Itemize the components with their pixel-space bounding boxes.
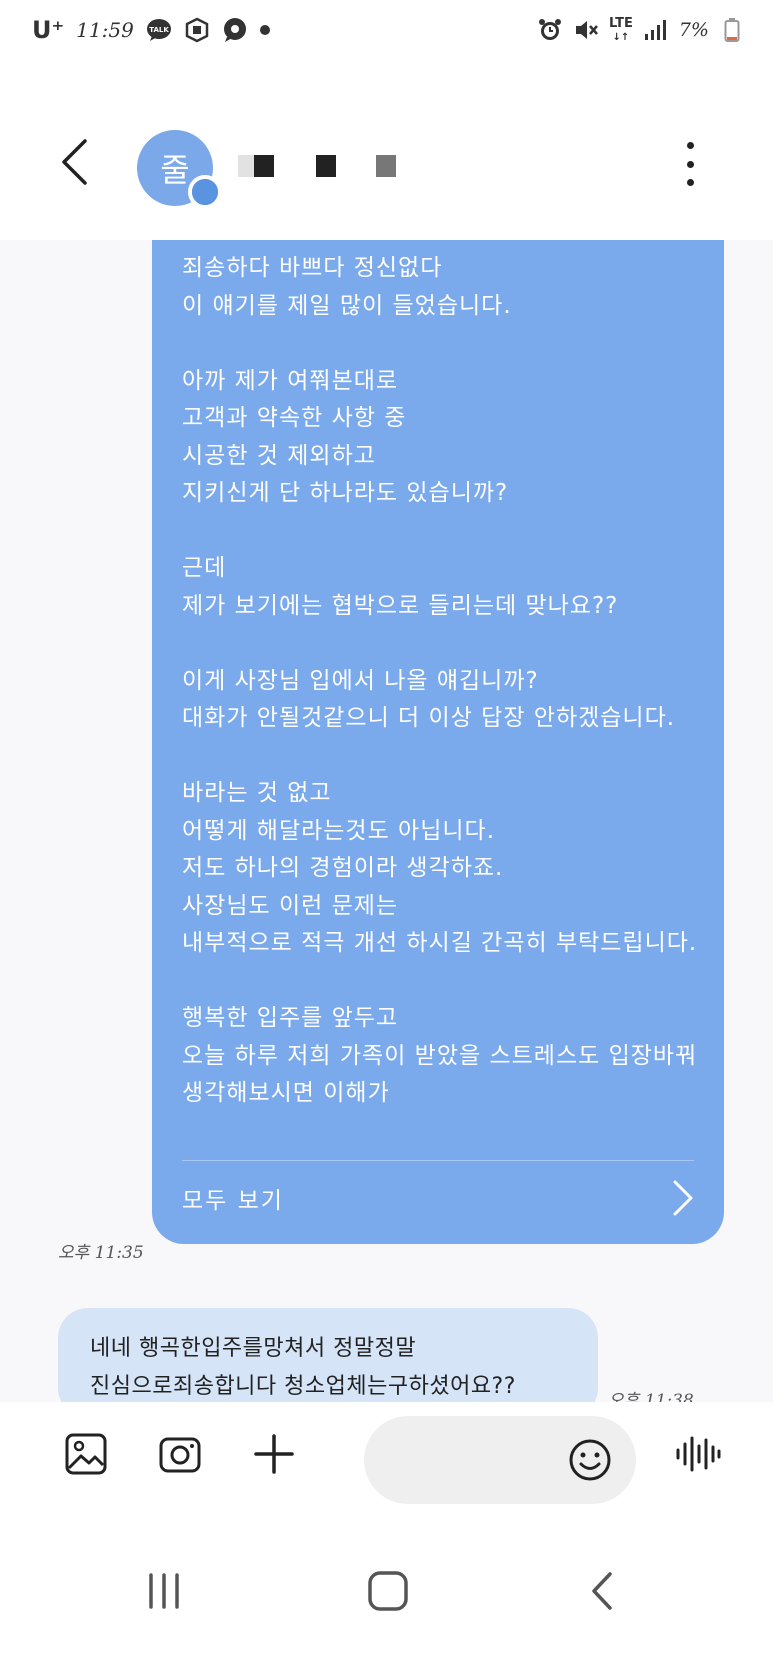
gallery-icon (65, 1433, 107, 1475)
dot-icon (259, 25, 270, 35)
emoji-icon (569, 1439, 611, 1481)
chat-header: 줄 (0, 60, 773, 240)
carrier-label: U⁺ (32, 16, 65, 44)
more-vertical-icon (686, 179, 694, 186)
incoming-message-text: 죄송하다 바쁘다 정신없다 이 얘기를 제일 많이 들었습니다. 아까 제가 여… (182, 255, 698, 1106)
redaction-block (238, 155, 254, 177)
data-arrows-icon: ↓↑ (612, 31, 630, 43)
redaction-block (376, 155, 396, 177)
network-label: LTE (608, 15, 633, 31)
home-icon (368, 1571, 408, 1611)
alarm-icon (537, 17, 563, 43)
back-button[interactable] (52, 132, 96, 192)
camera-button[interactable] (152, 1426, 208, 1482)
back-icon (592, 1572, 612, 1610)
redaction-block (274, 155, 316, 177)
chevron-right-icon (673, 1180, 693, 1216)
incoming-message-time: 오후 11:35 (58, 1243, 144, 1263)
mute-icon (573, 17, 599, 43)
view-all-label: 모두 보기 (182, 1188, 284, 1214)
app-icon (184, 17, 210, 43)
status-time: 11:59 (76, 18, 134, 42)
emoji-button[interactable] (566, 1436, 614, 1484)
chat-icon (222, 17, 248, 43)
chevron-left-icon (62, 139, 87, 185)
svg-text:TALK: TALK (149, 26, 169, 34)
status-left: U⁺ 11:59 TALK (32, 14, 270, 46)
contact-name-redacted[interactable] (238, 152, 396, 180)
bubble-divider (182, 1160, 694, 1161)
message-field[interactable] (364, 1416, 636, 1504)
status-bar: U⁺ 11:59 TALK LTE ↓↑ 7% (0, 0, 773, 60)
plus-icon (254, 1434, 294, 1474)
redaction-block (336, 155, 376, 177)
talk-icon: TALK (146, 17, 172, 43)
gallery-button[interactable] (58, 1426, 114, 1482)
message-input[interactable] (394, 1440, 574, 1480)
incoming-message-bubble[interactable]: 죄송하다 바쁘다 정신없다 이 얘기를 제일 많이 들었습니다. 아까 제가 여… (152, 240, 724, 1244)
status-right: LTE ↓↑ 7% (537, 14, 745, 46)
add-button[interactable] (246, 1426, 302, 1482)
signal-icon (643, 17, 669, 43)
more-vertical-icon (686, 142, 694, 149)
battery-icon (719, 17, 745, 43)
voice-icon (676, 1436, 721, 1472)
avatar-initial: 줄 (160, 151, 190, 189)
home-button[interactable] (358, 1566, 418, 1616)
outgoing-message-time: 오후 11:38 (608, 1391, 694, 1402)
recent-apps-button[interactable] (134, 1566, 194, 1616)
more-options-button[interactable] (670, 136, 710, 192)
battery-percent: 7% (678, 19, 709, 41)
avatar-badge-icon (188, 175, 222, 209)
recent-apps-icon (149, 1573, 179, 1609)
voice-button[interactable] (668, 1426, 728, 1482)
outgoing-message-bubble[interactable]: 네네 행곡한입주를망쳐서 정말정말 진심으로죄송합니다 청소업체는구하셨어요?? (58, 1308, 598, 1402)
redaction-block (254, 155, 274, 177)
input-bar (0, 1402, 773, 1522)
outgoing-message-text: 네네 행곡한입주를망쳐서 정말정말 진심으로죄송합니다 청소업체는구하셨어요?? (90, 1336, 516, 1399)
more-vertical-icon (686, 160, 694, 168)
redaction-block (316, 155, 336, 177)
lte-icon: LTE ↓↑ (609, 17, 633, 44)
camera-icon (159, 1437, 201, 1473)
navigation-bar (0, 1522, 773, 1658)
system-back-button[interactable] (572, 1566, 632, 1616)
chat-area[interactable]: 죄송하다 바쁘다 정신없다 이 얘기를 제일 많이 들었습니다. 아까 제가 여… (0, 240, 773, 1402)
view-all-button[interactable]: 모두 보기 (182, 1172, 694, 1224)
